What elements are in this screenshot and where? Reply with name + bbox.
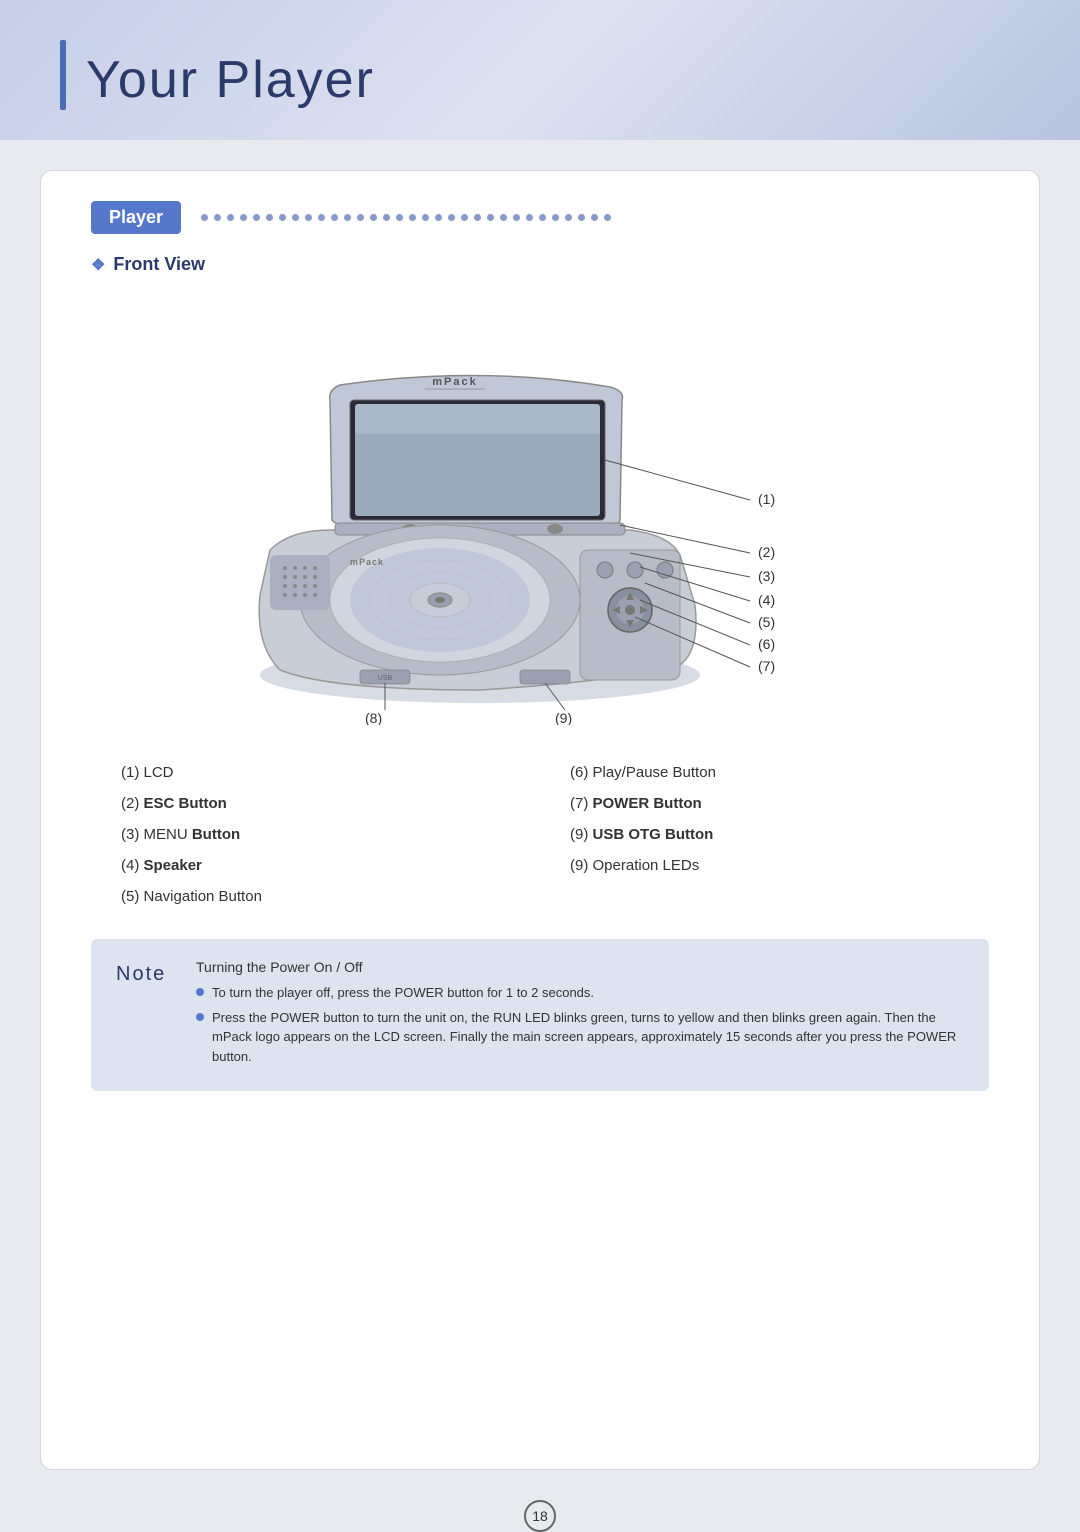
- part-item-6: (6) Play/Pause Button: [570, 760, 959, 785]
- page-title: Your Player: [86, 50, 375, 110]
- dot: [253, 214, 260, 221]
- page-number: 18: [524, 1500, 556, 1532]
- part-item-5: (5) Navigation Button: [121, 884, 510, 909]
- svg-text:mPack: mPack: [432, 376, 477, 388]
- device-illustration: mPack: [190, 305, 890, 725]
- note-bullet-1: To turn the player off, press the POWER …: [196, 983, 964, 1003]
- dot: [513, 214, 520, 221]
- part-item-1: (1) LCD: [121, 760, 510, 785]
- svg-text:(2): (2): [758, 544, 775, 560]
- dot: [409, 214, 416, 221]
- dot: [448, 214, 455, 221]
- dot: [487, 214, 494, 221]
- part-item-9b: (9) Operation LEDs: [570, 853, 959, 878]
- svg-text:(5): (5): [758, 614, 775, 630]
- svg-text:(3): (3): [758, 568, 775, 584]
- svg-text:(7): (7): [758, 658, 775, 674]
- part-item-9a: (9) USB OTG Button: [570, 822, 959, 847]
- note-text-1: To turn the player off, press the POWER …: [212, 983, 594, 1003]
- bullet-dot: [196, 1013, 204, 1021]
- dot: [526, 214, 533, 221]
- dot: [201, 214, 208, 221]
- dot: [305, 214, 312, 221]
- page-header: Your Player: [0, 0, 1080, 140]
- svg-text:(6): (6): [758, 636, 775, 652]
- svg-text:(1): (1): [758, 491, 775, 507]
- device-area: mPack: [91, 300, 989, 730]
- dot: [292, 214, 299, 221]
- dot: [474, 214, 481, 221]
- dot: [214, 214, 221, 221]
- note-title: Turning the Power On / Off: [196, 959, 964, 975]
- dot: [565, 214, 572, 221]
- dot: [318, 214, 325, 221]
- dot: [370, 214, 377, 221]
- part-item-4: (4) Speaker: [121, 853, 510, 878]
- note-bullet-2: Press the POWER button to turn the unit …: [196, 1008, 964, 1067]
- note-box: Note Turning the Power On / Off To turn …: [91, 939, 989, 1091]
- part-item-2: (2) ESC Button: [121, 791, 510, 816]
- dot: [578, 214, 585, 221]
- dot: [604, 214, 611, 221]
- section-header: Player: [91, 201, 989, 234]
- dot: [240, 214, 247, 221]
- sub-section-title: Front View: [91, 254, 989, 275]
- bullet-dot: [196, 988, 204, 996]
- dot: [396, 214, 403, 221]
- svg-text:mPack: mPack: [350, 557, 384, 567]
- content-card: Player: [40, 170, 1040, 1470]
- dot: [422, 214, 429, 221]
- svg-text:USB: USB: [378, 675, 393, 682]
- svg-text:(4): (4): [758, 592, 775, 608]
- dot: [500, 214, 507, 221]
- svg-text:(9): (9): [555, 710, 572, 725]
- dot: [344, 214, 351, 221]
- section-badge: Player: [91, 201, 181, 234]
- dot: [552, 214, 559, 221]
- dot: [357, 214, 364, 221]
- dot: [591, 214, 598, 221]
- part-item-3: (3) MENU Button: [121, 822, 510, 847]
- dot: [435, 214, 442, 221]
- dot: [279, 214, 286, 221]
- svg-text:(8): (8): [365, 710, 382, 725]
- dot: [461, 214, 468, 221]
- dot: [383, 214, 390, 221]
- parts-list: (1) LCD (6) Play/Pause Button (2) ESC Bu…: [121, 760, 959, 909]
- dot: [539, 214, 546, 221]
- note-content: Turning the Power On / Off To turn the p…: [196, 959, 964, 1071]
- part-item-7: (7) POWER Button: [570, 791, 959, 816]
- dot: [331, 214, 338, 221]
- dot: [227, 214, 234, 221]
- dot: [266, 214, 273, 221]
- dot-line: [201, 214, 989, 221]
- note-text-2: Press the POWER button to turn the unit …: [212, 1008, 964, 1067]
- header-accent-bar: [60, 40, 66, 110]
- page-number-area: 18: [0, 1500, 1080, 1532]
- note-label: Note: [116, 959, 176, 986]
